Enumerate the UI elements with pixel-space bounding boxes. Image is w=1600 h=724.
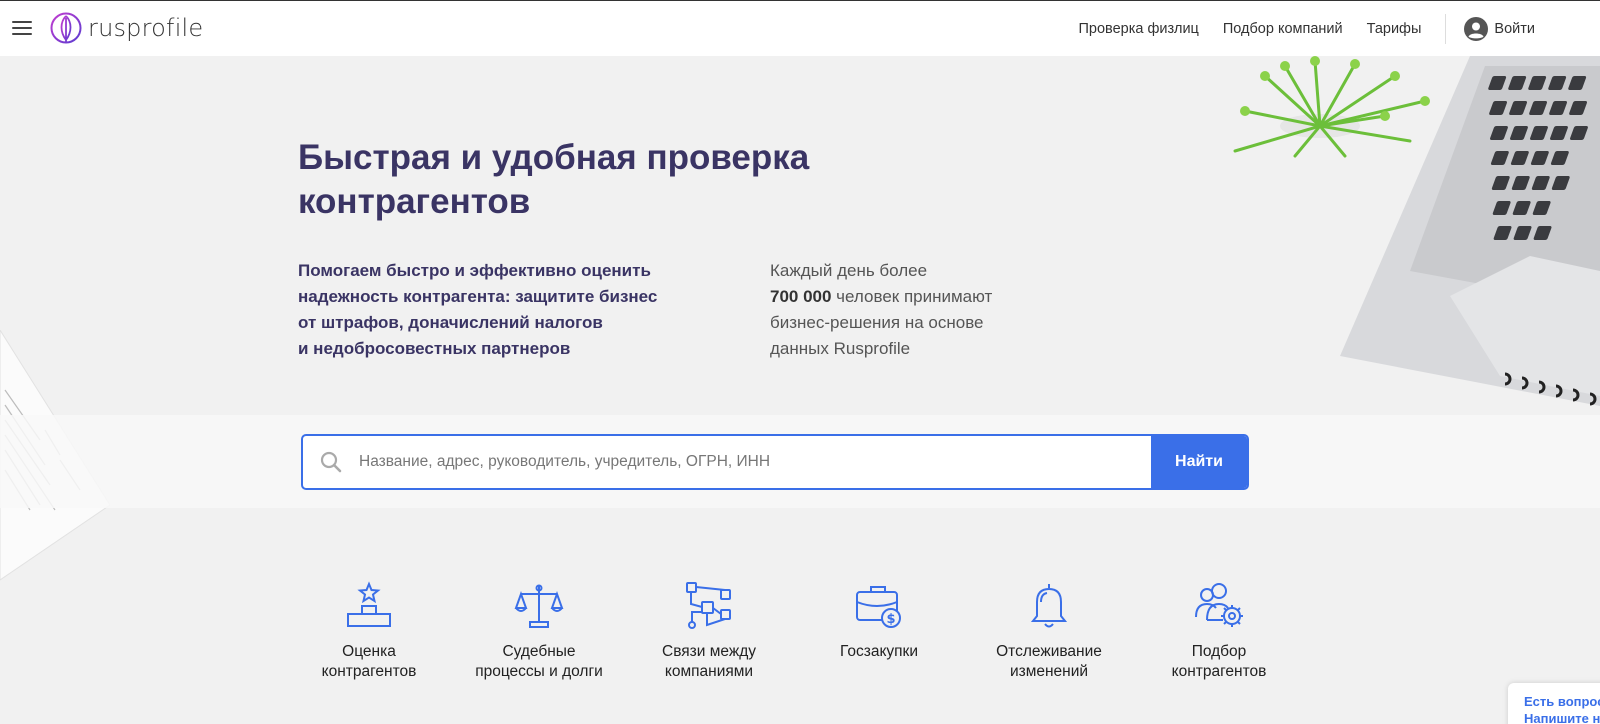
hero-stats-line: Каждый день более	[770, 261, 928, 280]
hero-stats-text: человек принимают	[831, 287, 993, 306]
chat-line: Напишите н	[1524, 711, 1600, 724]
feature-procurement[interactable]: $ Госзакупки	[794, 580, 964, 682]
hero-stats-line: данных Rusprofile	[770, 339, 911, 358]
hero-stats: Каждый день более 700 000 человек приним…	[770, 258, 1050, 362]
network-icon	[686, 582, 731, 629]
laptop-image	[1340, 56, 1600, 406]
feature-company-links[interactable]: Связи между компаниями	[624, 580, 794, 682]
search-button[interactable]: Найти	[1151, 436, 1247, 488]
users-gear-icon	[1195, 583, 1243, 627]
search-box: Найти	[301, 434, 1249, 490]
hero-title-line: контрагентов	[298, 182, 531, 221]
nav-divider	[1445, 14, 1447, 44]
features-row: Оценка контрагентов Судебные процессы и до…	[284, 580, 1304, 682]
feature-label: Подбор контрагентов	[1171, 643, 1267, 680]
chat-line: Есть вопрос	[1524, 694, 1600, 709]
hero-description-line: и недобросовестных партнеров	[298, 339, 571, 358]
users-count: 700 000	[770, 287, 832, 306]
feature-label: Отслеживание изменений	[996, 643, 1102, 680]
feature-label: Судебные процессы и долги	[475, 643, 603, 680]
user-avatar-icon	[1464, 17, 1489, 41]
search-icon	[303, 436, 359, 488]
logo-text: rusprofile	[88, 14, 204, 42]
hero-description: Помогаем быстро и эффективно оценить над…	[298, 258, 718, 362]
nav-tariffs[interactable]: Тарифы	[1367, 21, 1422, 37]
feature-court-cases[interactable]: Судебные процессы и долги	[454, 580, 624, 682]
feature-label: Связи между компаниями	[662, 643, 756, 680]
nav-company-search[interactable]: Подбор компаний	[1223, 21, 1343, 37]
feature-label: Госзакупки	[840, 643, 918, 660]
top-header: rusprofile Проверка физлиц Подбор компан…	[0, 0, 1600, 56]
briefcase-dollar-icon: $	[856, 586, 901, 628]
rusprofile-logo-icon	[50, 12, 82, 44]
scales-icon	[514, 584, 564, 628]
hero-description-line: Помогаем быстро и эффективно оценить	[298, 261, 651, 280]
top-nav: Проверка физлиц Подбор компаний Тарифы В…	[1079, 1, 1600, 57]
nav-check-persons[interactable]: Проверка физлиц	[1079, 21, 1199, 37]
feature-counterparty-rating[interactable]: Оценка контрагентов	[284, 580, 454, 682]
bell-icon	[1030, 584, 1068, 628]
hero-stats-line: бизнес-решения на основе	[770, 313, 984, 332]
podium-star-icon	[347, 581, 391, 627]
menu-icon[interactable]	[12, 21, 32, 37]
hero-stats-line: 700 000 человек принимают	[770, 284, 1050, 310]
chat-widget[interactable]: Есть вопрос Напишите н	[1508, 683, 1600, 724]
search-input[interactable]	[359, 436, 1151, 488]
feature-label: Оценка контрагентов	[321, 643, 417, 680]
feature-change-tracking[interactable]: Отслеживание изменений	[964, 580, 1134, 682]
hero-description-line: надежность контрагента: защитите бизнес	[298, 287, 658, 306]
login-button[interactable]: Войти	[1464, 17, 1535, 41]
hero-title-line: Быстрая и удобная проверка	[298, 138, 810, 177]
logo[interactable]: rusprofile	[50, 12, 203, 44]
svg-text:$: $	[886, 612, 895, 627]
feature-counterparty-selection[interactable]: Подбор контрагентов	[1134, 580, 1304, 682]
hero-description-line: от штрафов, доначислений налогов	[298, 313, 603, 332]
hero-title: Быстрая и удобная проверка контрагентов	[298, 136, 858, 224]
login-label: Войти	[1494, 21, 1535, 37]
